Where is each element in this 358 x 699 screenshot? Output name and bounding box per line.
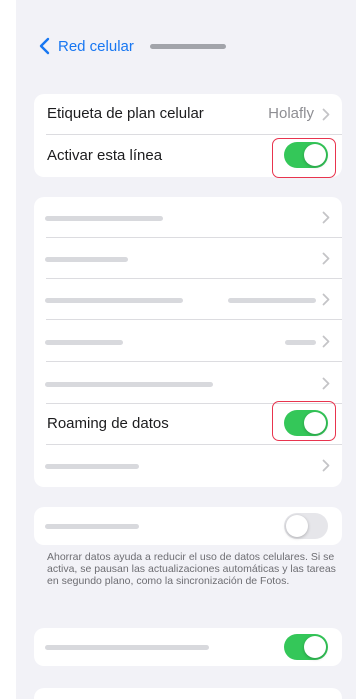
redacted-text (45, 257, 128, 262)
list-item[interactable] (34, 363, 342, 404)
chevron-right-icon (322, 377, 330, 390)
bottom-toggle-row (34, 628, 342, 666)
chevron-right-icon (322, 108, 330, 121)
redacted-value (228, 298, 316, 303)
next-card-edge (34, 688, 342, 699)
bottom-toggle[interactable] (284, 634, 328, 660)
redacted-text (45, 340, 123, 345)
chevron-right-icon (322, 335, 330, 348)
redacted-text (45, 298, 183, 303)
back-button[interactable]: Red celular (38, 34, 134, 58)
toggle-knob (286, 515, 308, 537)
chevron-right-icon (322, 459, 330, 472)
chevron-right-icon (322, 211, 330, 224)
low-data-footnote: Ahorrar datos ayuda a reducir el uso de … (47, 551, 336, 587)
navigation-bar: Red celular (16, 26, 356, 66)
chevron-right-icon (322, 252, 330, 265)
plan-label-row[interactable]: Etiqueta de plan celular Holafly (34, 94, 342, 135)
divider (46, 134, 342, 135)
bottom-card (34, 628, 342, 666)
settings-screen: Red celular Etiqueta de plan celular Hol… (16, 0, 356, 699)
redacted-page-title (150, 44, 226, 49)
toggle-knob (304, 636, 326, 658)
plan-label-value: Holafly (268, 105, 314, 122)
list-item[interactable] (34, 321, 342, 362)
divider (46, 361, 342, 362)
low-data-row (34, 507, 342, 545)
list-item[interactable] (34, 445, 342, 486)
redacted-text (45, 382, 213, 387)
low-data-card (34, 507, 342, 545)
list-item[interactable] (34, 279, 342, 320)
roaming-highlight (272, 401, 336, 441)
redacted-text (45, 524, 139, 529)
settings-card: Roaming de datos (34, 197, 342, 487)
low-data-toggle[interactable] (284, 513, 328, 539)
redacted-text (45, 645, 209, 650)
redacted-text (45, 216, 163, 221)
activate-line-label: Activar esta línea (47, 147, 163, 164)
redacted-text (45, 464, 139, 469)
plan-label-text: Etiqueta de plan celular (47, 105, 204, 122)
list-item[interactable] (34, 238, 342, 279)
chevron-left-icon (39, 37, 50, 55)
redacted-value (285, 340, 316, 345)
back-button-label: Red celular (58, 37, 134, 55)
list-item[interactable] (34, 197, 342, 238)
chevron-right-icon (322, 293, 330, 306)
divider (46, 319, 342, 320)
roaming-label: Roaming de datos (47, 415, 169, 432)
activate-line-highlight (272, 138, 336, 178)
